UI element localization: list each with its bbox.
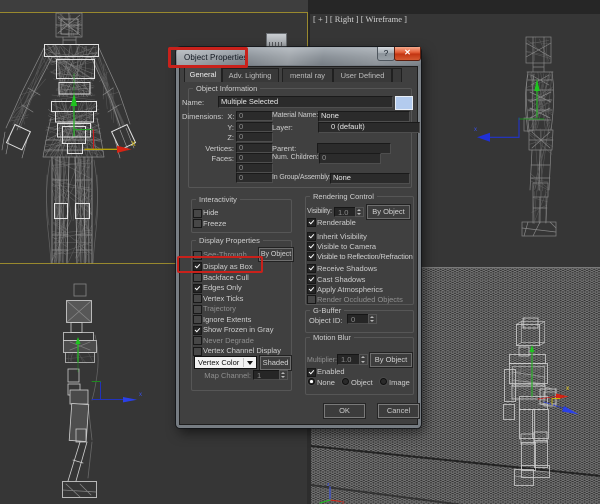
svg-text:x: x — [342, 500, 345, 504]
svg-text:x: x — [474, 127, 477, 133]
svg-text:x: x — [566, 385, 570, 392]
svg-text:x: x — [139, 392, 142, 398]
svg-text:X: X — [131, 141, 136, 148]
